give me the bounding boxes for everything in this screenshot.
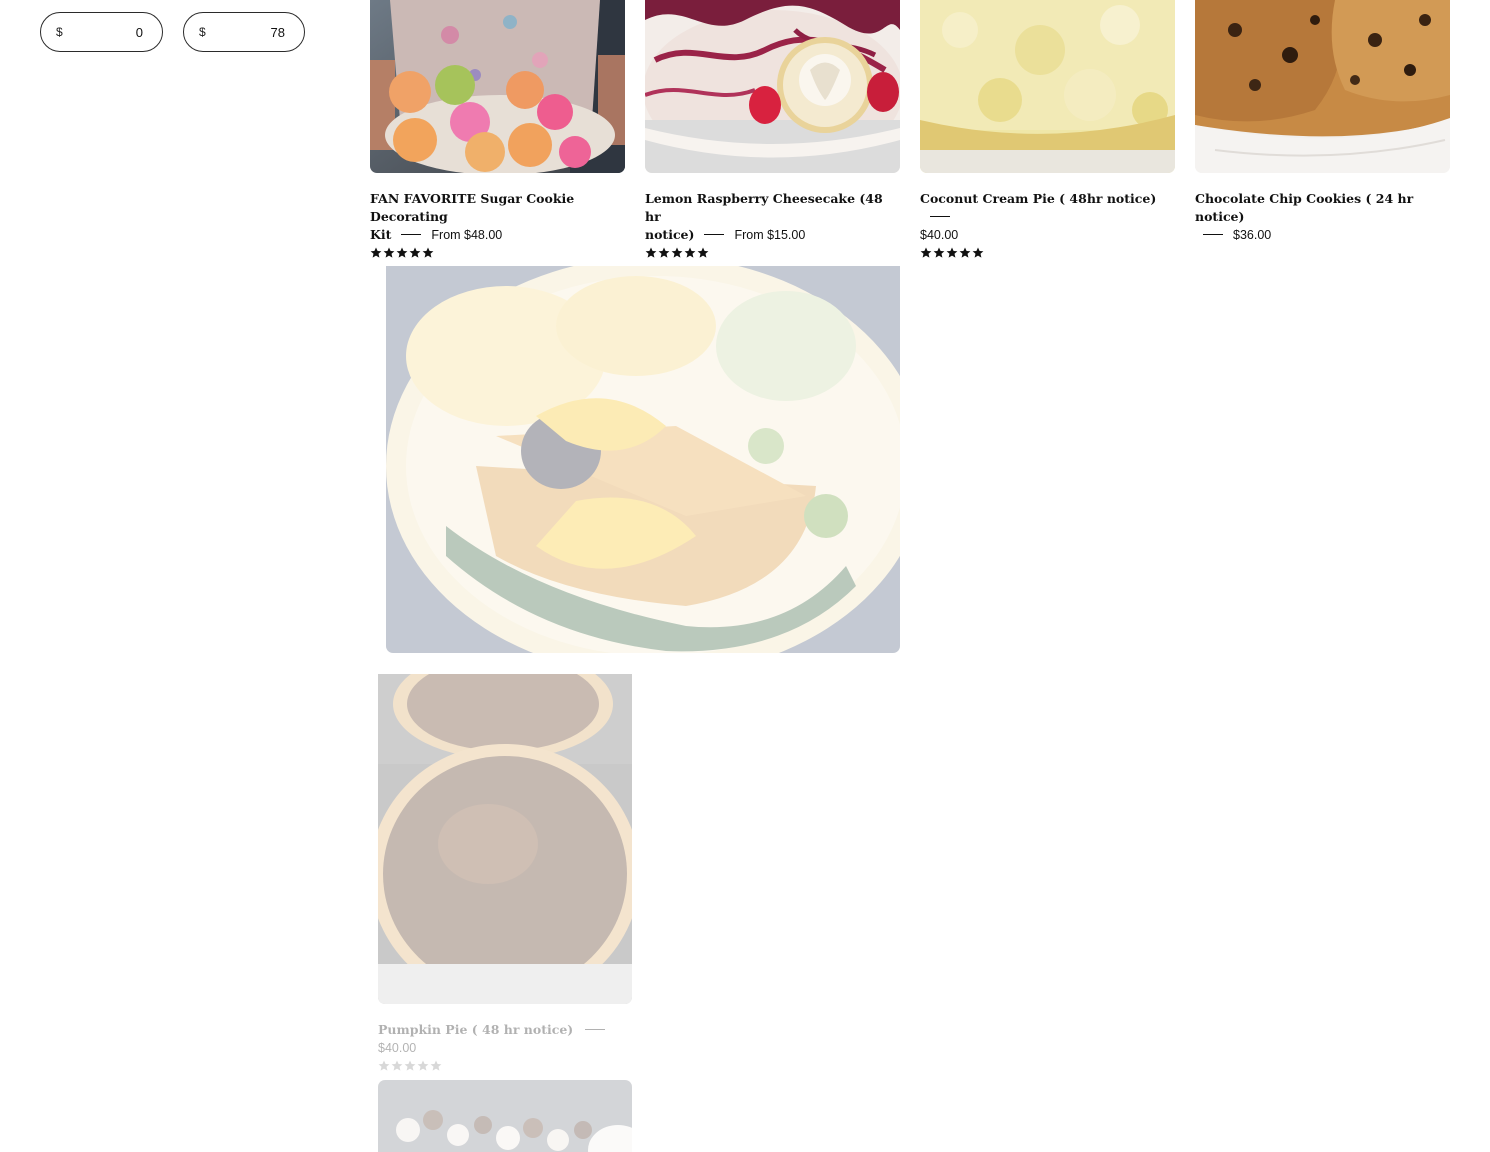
product-image[interactable] [370, 0, 625, 173]
product-price: $36.00 [1233, 228, 1272, 242]
rating-stars [370, 247, 625, 261]
coconut-pie-photo [920, 0, 1175, 173]
product-title[interactable]: Pumpkin Pie ( 48 hr notice) [378, 1022, 573, 1037]
product-image-loading[interactable] [378, 1080, 632, 1152]
product-title-cont[interactable]: notice) [645, 227, 694, 242]
product-title[interactable]: FAN FAVORITE Sugar Cookie Decorating [370, 190, 625, 226]
product-image-loading[interactable] [386, 266, 900, 653]
star-icon [972, 247, 984, 258]
star-icon [430, 1060, 442, 1071]
star-icon [422, 247, 434, 258]
next-product-photo [378, 1080, 632, 1152]
title-price-separator [704, 233, 725, 235]
star-icon [370, 247, 382, 258]
title-price-separator [585, 1028, 606, 1030]
product-title[interactable]: Coconut Cream Pie ( 48hr notice) [920, 191, 1156, 206]
rating-stars [378, 1060, 632, 1074]
star-icon [933, 247, 945, 258]
rating-stars [920, 247, 1175, 261]
star-icon [946, 247, 958, 258]
star-icon [396, 247, 408, 258]
currency-symbol: $ [199, 25, 206, 39]
product-title[interactable]: Chocolate Chip Cookies ( 24 hr notice) [1195, 190, 1450, 226]
product-card[interactable]: Pumpkin Pie ( 48 hr notice) $40.00 [378, 674, 632, 1074]
salmon-salad-photo [386, 266, 900, 653]
star-icon [417, 1060, 429, 1071]
title-price-separator [930, 215, 950, 217]
star-icon [391, 1060, 403, 1071]
title-price-separator [401, 233, 422, 235]
price-max-field[interactable]: $ [183, 12, 305, 52]
star-icon [684, 247, 696, 258]
rating-stars [645, 247, 900, 261]
price-min-input[interactable] [62, 24, 143, 40]
sugar-cookies-photo [370, 0, 625, 173]
star-icon [383, 247, 395, 258]
product-image[interactable] [378, 674, 632, 1004]
product-card[interactable]: Lemon Raspberry Cheesecake (48 hr notice… [645, 0, 900, 261]
price-max-input[interactable] [205, 24, 285, 40]
star-icon [645, 247, 657, 258]
product-title-cont[interactable]: Kit [370, 227, 391, 242]
star-icon [409, 247, 421, 258]
product-price: From $15.00 [734, 228, 806, 242]
product-card[interactable]: Chocolate Chip Cookies ( 24 hr notice) $… [1195, 0, 1450, 244]
star-icon [404, 1060, 416, 1071]
product-price: $40.00 [378, 1041, 417, 1055]
product-price: From $48.00 [431, 228, 503, 242]
chocolate-chip-cookies-photo [1195, 0, 1450, 173]
star-icon [658, 247, 670, 258]
product-card[interactable]: Coconut Cream Pie ( 48hr notice) $40.00 [920, 0, 1175, 261]
product-price: $40.00 [920, 228, 959, 242]
star-icon [920, 247, 932, 258]
star-icon [671, 247, 683, 258]
star-icon [697, 247, 709, 258]
currency-symbol: $ [56, 25, 63, 39]
product-image[interactable] [645, 0, 900, 173]
star-icon [959, 247, 971, 258]
cheesecake-photo [645, 0, 900, 173]
product-card[interactable]: FAN FAVORITE Sugar Cookie Decorating Kit… [370, 0, 625, 261]
product-image[interactable] [1195, 0, 1450, 173]
pumpkin-pie-photo [378, 674, 632, 1004]
title-price-separator [1203, 233, 1223, 235]
product-title[interactable]: Lemon Raspberry Cheesecake (48 hr [645, 190, 900, 226]
star-icon [378, 1060, 390, 1071]
shop-page: $ $ [0, 0, 1490, 1152]
price-min-field[interactable]: $ [40, 12, 163, 52]
product-image[interactable] [920, 0, 1175, 173]
